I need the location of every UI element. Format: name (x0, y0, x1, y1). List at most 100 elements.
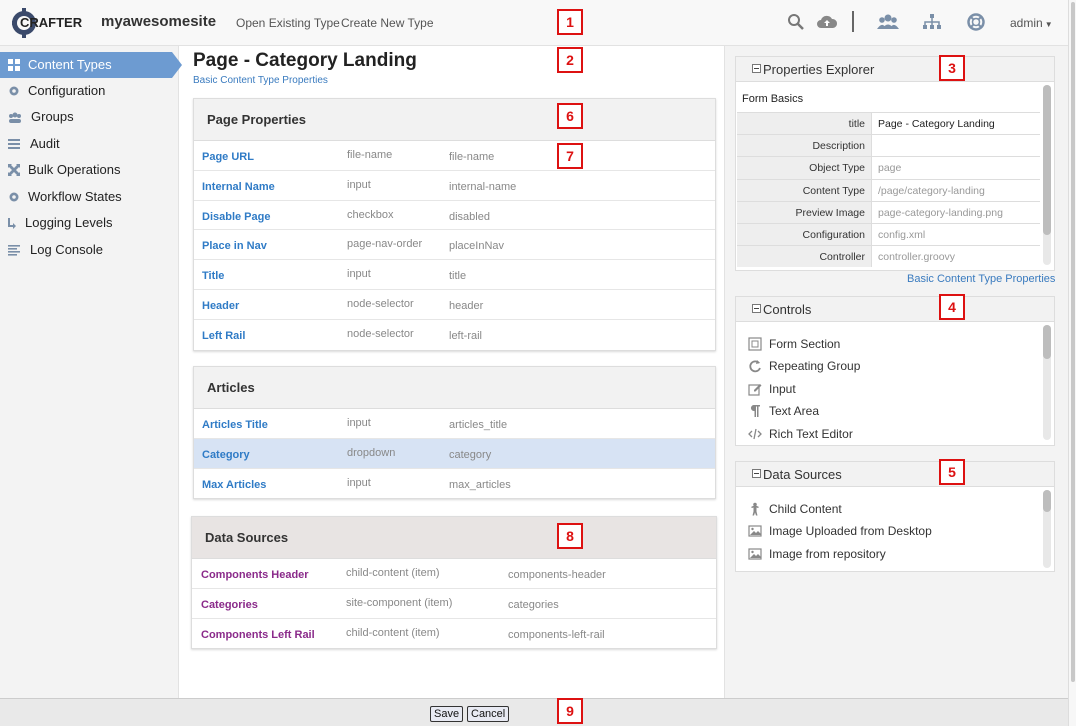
sidebar-item-bulk-operations[interactable]: Bulk Operations (0, 157, 179, 183)
sidebar-item-label: Groups (31, 109, 74, 124)
panel-header[interactable]: Properties Explorer (736, 57, 1054, 82)
user-menu[interactable]: admin ▼ (1010, 16, 1053, 30)
property-value[interactable]: config.xml (878, 229, 925, 241)
sidebar-item-content-types[interactable]: Content Types (0, 52, 182, 78)
bottom-action-bar: Save Cancel (0, 698, 1068, 726)
page-scrollbar[interactable] (1068, 0, 1076, 726)
sidebar-item-label: Audit (30, 136, 60, 151)
field-name: Title (202, 270, 225, 283)
sidebar-item-label: Configuration (28, 83, 106, 98)
datasource-label: Image Uploaded from Desktop (769, 524, 932, 538)
field-name: Internal Name (202, 180, 275, 193)
create-new-type-link[interactable]: Create New Type (341, 16, 434, 30)
field-name: Max Articles (202, 478, 267, 491)
datasource-row[interactable]: Components Left Rail child-content (item)… (192, 619, 716, 649)
section-header[interactable]: Page Properties (194, 99, 715, 141)
field-name: Page URL (202, 151, 254, 163)
collapse-toggle-icon[interactable] (752, 304, 761, 313)
property-row[interactable]: Preview Image page-category-landing.png (737, 200, 1040, 223)
panel-scrollbar[interactable] (1043, 325, 1051, 440)
property-row[interactable]: Object Type page (737, 156, 1040, 179)
scrollbar-thumb[interactable] (1043, 85, 1051, 235)
sidebar-item-workflow-states[interactable]: Workflow States (0, 184, 179, 210)
field-row[interactable]: Left Rail node-selector left-rail (194, 320, 715, 350)
annotation-badge: 1 (557, 9, 583, 35)
panel-header[interactable]: Data Sources (736, 462, 1054, 487)
section-header[interactable]: Data Sources (192, 517, 716, 559)
field-type: input (347, 268, 371, 281)
basic-properties-link[interactable]: Basic Content Type Properties (193, 75, 328, 86)
datasource-type: child-content (item) (346, 567, 440, 579)
control-label: Form Section (769, 337, 841, 351)
panel-scrollbar[interactable] (1043, 85, 1051, 265)
page-scrollbar-thumb[interactable] (1071, 2, 1075, 682)
basic-content-type-properties-link[interactable]: Basic Content Type Properties (907, 273, 1055, 285)
field-row-selected[interactable]: Category dropdown category (194, 438, 715, 469)
section-title: Articles (207, 380, 255, 395)
arrow-icon (8, 218, 16, 229)
field-row[interactable]: Place in Nav page-nav-order placeInNav (194, 230, 715, 261)
logo-text: CRAFTER STUDIO (20, 15, 84, 30)
section-header[interactable]: Articles (194, 367, 715, 409)
field-row[interactable]: Page URL file-name file-name (194, 141, 715, 171)
field-row[interactable]: Internal Name input internal-name (194, 171, 715, 201)
annotation-badge: 3 (939, 55, 965, 81)
field-id: file-name (449, 151, 495, 163)
help-lifebuoy-icon[interactable] (966, 12, 986, 32)
property-row[interactable]: Configuration config.xml (737, 222, 1040, 246)
panel-header[interactable]: Controls (736, 297, 1054, 322)
scrollbar-thumb[interactable] (1043, 325, 1051, 359)
users-icon (9, 112, 21, 123)
control-label: Rich Text Editor (769, 427, 853, 441)
scrollbar-thumb[interactable] (1043, 490, 1051, 512)
field-name: Left Rail (202, 329, 246, 342)
field-type: checkbox (347, 208, 394, 221)
property-row[interactable]: Controller controller.groovy (737, 245, 1040, 268)
cancel-button[interactable]: Cancel (467, 706, 510, 722)
field-row[interactable]: Header node-selector header (194, 290, 715, 320)
field-row[interactable]: Articles Title input articles_title (194, 409, 715, 439)
field-id: title (449, 270, 467, 283)
field-row[interactable]: Disable Page checkbox disabled (194, 201, 715, 231)
field-name: Header (202, 299, 240, 312)
collapse-toggle-icon[interactable] (752, 64, 761, 73)
sidebar-item-groups[interactable]: Groups (0, 104, 179, 130)
user-name: admin (1010, 16, 1043, 30)
field-id: placeInNav (449, 240, 505, 253)
property-value[interactable]: controller.groovy (878, 251, 955, 263)
open-existing-type-link[interactable]: Open Existing Type (236, 16, 340, 30)
sidebar-item-log-console[interactable]: Log Console (0, 237, 179, 263)
property-key: Configuration (737, 223, 872, 246)
form-section-page-properties[interactable]: Page Properties Page URL file-name file-na… (193, 98, 716, 351)
property-row[interactable]: title Page - Category Landing (737, 112, 1040, 135)
field-id: articles_title (449, 419, 508, 431)
sidebar-item-audit[interactable]: Audit (0, 131, 179, 157)
property-row[interactable]: Content Type/page/category-landing (737, 178, 1040, 201)
sidebar-item-configuration[interactable]: Configuration (0, 78, 179, 104)
properties-table: title Page - Category Landing Description… (737, 112, 1040, 268)
datasource-row[interactable]: Components Header child-content (item) com… (192, 559, 716, 589)
sidebar-item-logging-levels[interactable]: Logging Levels (0, 210, 179, 236)
property-value[interactable]: page-category-landing.png (878, 207, 1003, 219)
users-icon[interactable] (877, 12, 899, 32)
sitemap-icon[interactable] (922, 12, 942, 32)
datasource-id: components-left-rail (508, 628, 605, 641)
form-section-articles[interactable]: Articles Articles Title input articles_tit… (193, 366, 716, 500)
datasource-type: site-component (item) (346, 596, 453, 609)
panel-scrollbar[interactable] (1043, 490, 1051, 568)
cloud-upload-icon[interactable] (816, 12, 838, 32)
field-id: left-rail (449, 329, 483, 342)
site-name[interactable]: myawesomesite (101, 13, 216, 30)
form-section-data-sources[interactable]: Data Sources Components Header child-cont… (191, 516, 717, 650)
property-row[interactable]: Description (737, 134, 1040, 157)
datasource-row[interactable]: Categories site-component (item) categorie… (192, 589, 716, 619)
property-value[interactable]: Page - Category Landing (878, 118, 995, 130)
crafter-studio-logo[interactable]: CRAFTER STUDIO (12, 3, 84, 43)
search-icon[interactable] (786, 12, 806, 32)
field-row[interactable]: Max Articles input max_articles (194, 469, 715, 499)
chevron-down-icon: ▼ (1044, 20, 1053, 29)
collapse-toggle-icon[interactable] (752, 469, 761, 478)
save-button[interactable]: Save (430, 706, 464, 722)
field-row[interactable]: Title input title (194, 260, 715, 290)
sidebar-item-label: Workflow States (28, 189, 122, 204)
